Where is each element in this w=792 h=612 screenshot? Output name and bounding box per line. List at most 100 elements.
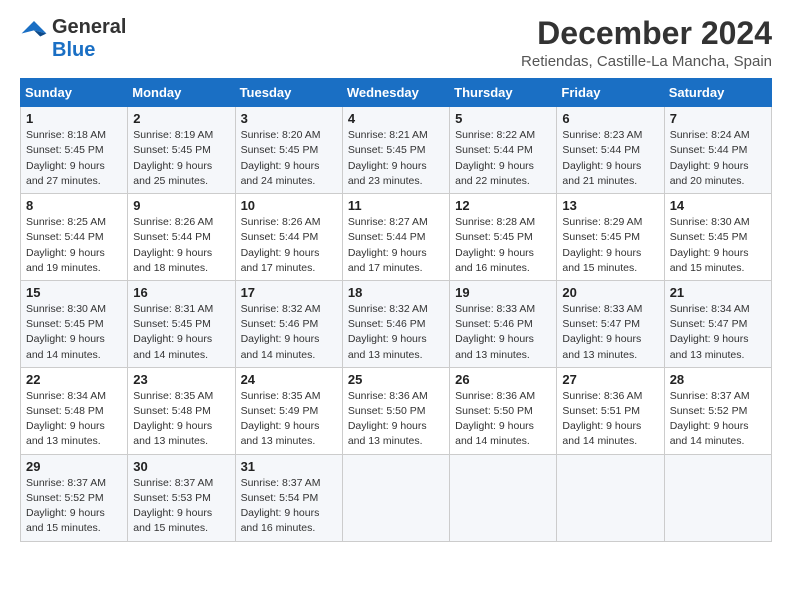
calendar-cell: 8 Sunrise: 8:25 AM Sunset: 5:44 PM Daylig… <box>21 194 128 281</box>
calendar-cell <box>450 454 557 541</box>
day-info: Sunrise: 8:25 AM Sunset: 5:44 PM Dayligh… <box>26 215 122 276</box>
day-number: 31 <box>241 459 337 474</box>
calendar-cell: 11 Sunrise: 8:27 AM Sunset: 5:44 PM Dayli… <box>342 194 449 281</box>
day-number: 12 <box>455 198 551 213</box>
calendar-cell: 21 Sunrise: 8:34 AM Sunset: 5:47 PM Dayli… <box>664 280 771 367</box>
day-info: Sunrise: 8:22 AM Sunset: 5:44 PM Dayligh… <box>455 128 551 189</box>
calendar-table: SundayMondayTuesdayWednesdayThursdayFrid… <box>20 78 772 541</box>
day-info: Sunrise: 8:24 AM Sunset: 5:44 PM Dayligh… <box>670 128 766 189</box>
calendar-cell: 27Sunrise: 8:36 AM Sunset: 5:51 PM Dayli… <box>557 367 664 454</box>
calendar-cell: 24 Sunrise: 8:35 AM Sunset: 5:49 PM Dayli… <box>235 367 342 454</box>
calendar-cell: 29 Sunrise: 8:37 AM Sunset: 5:52 PM Dayli… <box>21 454 128 541</box>
calendar-cell: 9 Sunrise: 8:26 AM Sunset: 5:44 PM Daylig… <box>128 194 235 281</box>
day-number: 17 <box>241 285 337 300</box>
day-info: Sunrise: 8:31 AM Sunset: 5:45 PM Dayligh… <box>133 302 229 363</box>
day-of-week-header: Thursday <box>450 79 557 107</box>
day-info: Sunrise: 8:26 AM Sunset: 5:44 PM Dayligh… <box>241 215 337 276</box>
day-number: 19 <box>455 285 551 300</box>
calendar-week-row: 8 Sunrise: 8:25 AM Sunset: 5:44 PM Daylig… <box>21 194 772 281</box>
page-title: December 2024 <box>521 16 772 51</box>
calendar-cell: 22 Sunrise: 8:34 AM Sunset: 5:48 PM Dayli… <box>21 367 128 454</box>
day-number: 6 <box>562 111 658 126</box>
day-info: Sunrise: 8:34 AM Sunset: 5:48 PM Dayligh… <box>26 389 122 450</box>
day-number: 10 <box>241 198 337 213</box>
day-info: Sunrise: 8:27 AM Sunset: 5:44 PM Dayligh… <box>348 215 444 276</box>
day-number: 9 <box>133 198 229 213</box>
calendar-cell: 7 Sunrise: 8:24 AM Sunset: 5:44 PM Daylig… <box>664 107 771 194</box>
calendar-cell: 17 Sunrise: 8:32 AM Sunset: 5:46 PM Dayli… <box>235 280 342 367</box>
day-of-week-header: Sunday <box>21 79 128 107</box>
calendar-cell: 6Sunrise: 8:23 AM Sunset: 5:44 PM Daylig… <box>557 107 664 194</box>
calendar-cell: 13 Sunrise: 8:29 AM Sunset: 5:45 PM Dayli… <box>557 194 664 281</box>
day-of-week-header: Wednesday <box>342 79 449 107</box>
day-info: Sunrise: 8:21 AM Sunset: 5:45 PM Dayligh… <box>348 128 444 189</box>
day-info: Sunrise: 8:30 AM Sunset: 5:45 PM Dayligh… <box>670 215 766 276</box>
calendar-cell: 18 Sunrise: 8:32 AM Sunset: 5:46 PM Dayli… <box>342 280 449 367</box>
header: General Blue December 2024 Retiendas, Ca… <box>20 16 772 70</box>
logo: General Blue <box>20 16 126 62</box>
calendar-body: 1 Sunrise: 8:18 AM Sunset: 5:45 PM Daylig… <box>21 107 772 541</box>
calendar-cell: 25Sunrise: 8:36 AM Sunset: 5:50 PM Dayli… <box>342 367 449 454</box>
calendar-cell <box>664 454 771 541</box>
day-number: 27 <box>562 372 658 387</box>
day-number: 2 <box>133 111 229 126</box>
calendar-cell <box>557 454 664 541</box>
day-info: Sunrise: 8:20 AM Sunset: 5:45 PM Dayligh… <box>241 128 337 189</box>
day-number: 21 <box>670 285 766 300</box>
day-info: Sunrise: 8:37 AM Sunset: 5:52 PM Dayligh… <box>26 476 122 537</box>
logo-icon <box>20 19 48 37</box>
calendar-cell: 26 Sunrise: 8:36 AM Sunset: 5:50 PM Dayli… <box>450 367 557 454</box>
day-number: 29 <box>26 459 122 474</box>
day-info: Sunrise: 8:33 AM Sunset: 5:47 PM Dayligh… <box>562 302 658 363</box>
day-number: 8 <box>26 198 122 213</box>
day-info: Sunrise: 8:37 AM Sunset: 5:52 PM Dayligh… <box>670 389 766 450</box>
logo-blue: Blue <box>52 39 95 62</box>
calendar-cell: 30 Sunrise: 8:37 AM Sunset: 5:53 PM Dayli… <box>128 454 235 541</box>
calendar-week-row: 15Sunrise: 8:30 AM Sunset: 5:45 PM Dayli… <box>21 280 772 367</box>
day-number: 30 <box>133 459 229 474</box>
calendar-week-row: 1 Sunrise: 8:18 AM Sunset: 5:45 PM Daylig… <box>21 107 772 194</box>
day-number: 14 <box>670 198 766 213</box>
calendar-cell: 10 Sunrise: 8:26 AM Sunset: 5:44 PM Dayli… <box>235 194 342 281</box>
calendar-cell: 3Sunrise: 8:20 AM Sunset: 5:45 PM Daylig… <box>235 107 342 194</box>
calendar-cell: 12 Sunrise: 8:28 AM Sunset: 5:45 PM Dayli… <box>450 194 557 281</box>
day-info: Sunrise: 8:26 AM Sunset: 5:44 PM Dayligh… <box>133 215 229 276</box>
day-number: 7 <box>670 111 766 126</box>
calendar-week-row: 29 Sunrise: 8:37 AM Sunset: 5:52 PM Dayli… <box>21 454 772 541</box>
calendar-header-row: SundayMondayTuesdayWednesdayThursdayFrid… <box>21 79 772 107</box>
day-info: Sunrise: 8:19 AM Sunset: 5:45 PM Dayligh… <box>133 128 229 189</box>
calendar-week-row: 22 Sunrise: 8:34 AM Sunset: 5:48 PM Dayli… <box>21 367 772 454</box>
calendar-cell: 14 Sunrise: 8:30 AM Sunset: 5:45 PM Dayli… <box>664 194 771 281</box>
calendar-cell: 2 Sunrise: 8:19 AM Sunset: 5:45 PM Daylig… <box>128 107 235 194</box>
calendar-cell <box>342 454 449 541</box>
day-of-week-header: Friday <box>557 79 664 107</box>
day-info: Sunrise: 8:37 AM Sunset: 5:53 PM Dayligh… <box>133 476 229 537</box>
day-number: 24 <box>241 372 337 387</box>
calendar-cell: 5Sunrise: 8:22 AM Sunset: 5:44 PM Daylig… <box>450 107 557 194</box>
day-number: 11 <box>348 198 444 213</box>
day-info: Sunrise: 8:32 AM Sunset: 5:46 PM Dayligh… <box>241 302 337 363</box>
day-info: Sunrise: 8:34 AM Sunset: 5:47 PM Dayligh… <box>670 302 766 363</box>
day-info: Sunrise: 8:36 AM Sunset: 5:50 PM Dayligh… <box>455 389 551 450</box>
calendar-cell: 20Sunrise: 8:33 AM Sunset: 5:47 PM Dayli… <box>557 280 664 367</box>
day-info: Sunrise: 8:35 AM Sunset: 5:49 PM Dayligh… <box>241 389 337 450</box>
day-info: Sunrise: 8:28 AM Sunset: 5:45 PM Dayligh… <box>455 215 551 276</box>
day-number: 26 <box>455 372 551 387</box>
day-of-week-header: Tuesday <box>235 79 342 107</box>
logo-general: General <box>52 16 126 39</box>
day-number: 16 <box>133 285 229 300</box>
calendar-cell: 4 Sunrise: 8:21 AM Sunset: 5:45 PM Daylig… <box>342 107 449 194</box>
day-number: 1 <box>26 111 122 126</box>
day-number: 4 <box>348 111 444 126</box>
day-info: Sunrise: 8:18 AM Sunset: 5:45 PM Dayligh… <box>26 128 122 189</box>
day-info: Sunrise: 8:29 AM Sunset: 5:45 PM Dayligh… <box>562 215 658 276</box>
day-number: 13 <box>562 198 658 213</box>
calendar-cell: 28Sunrise: 8:37 AM Sunset: 5:52 PM Dayli… <box>664 367 771 454</box>
title-area: December 2024 Retiendas, Castille-La Man… <box>521 16 772 70</box>
calendar-cell: 23Sunrise: 8:35 AM Sunset: 5:48 PM Dayli… <box>128 367 235 454</box>
calendar-cell: 31Sunrise: 8:37 AM Sunset: 5:54 PM Dayli… <box>235 454 342 541</box>
day-info: Sunrise: 8:30 AM Sunset: 5:45 PM Dayligh… <box>26 302 122 363</box>
day-number: 18 <box>348 285 444 300</box>
day-number: 22 <box>26 372 122 387</box>
day-info: Sunrise: 8:32 AM Sunset: 5:46 PM Dayligh… <box>348 302 444 363</box>
